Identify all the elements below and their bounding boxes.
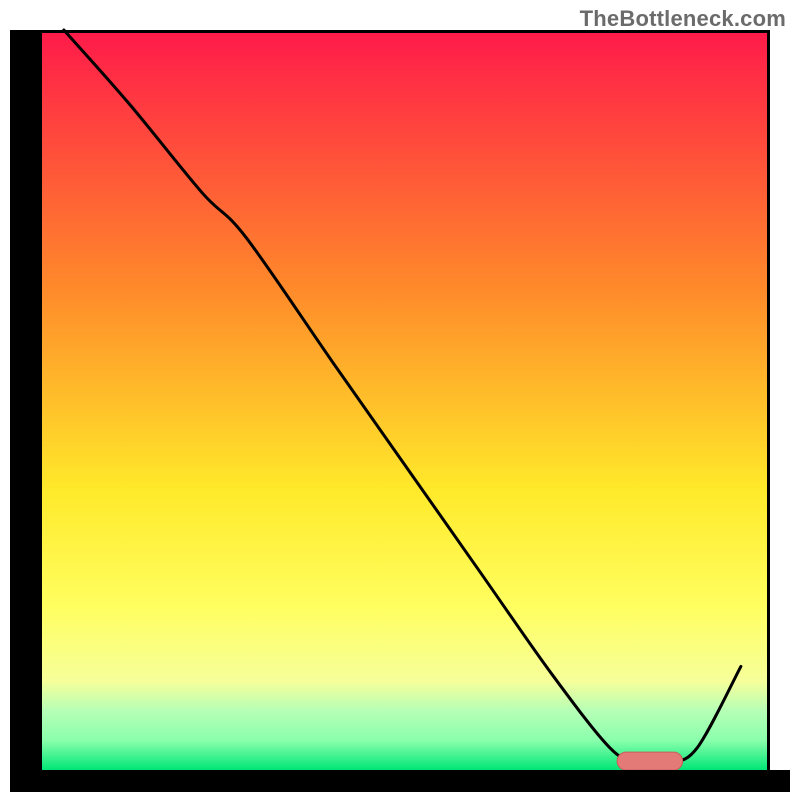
axis-left [10,30,42,790]
axis-bottom [10,770,790,792]
optimal-range-marker [617,752,683,770]
frame-right [767,30,770,770]
bottleneck-chart [0,0,800,800]
heatmap-gradient [42,30,770,770]
frame-top [42,30,770,33]
chart-stage: TheBottleneck.com [0,0,800,800]
